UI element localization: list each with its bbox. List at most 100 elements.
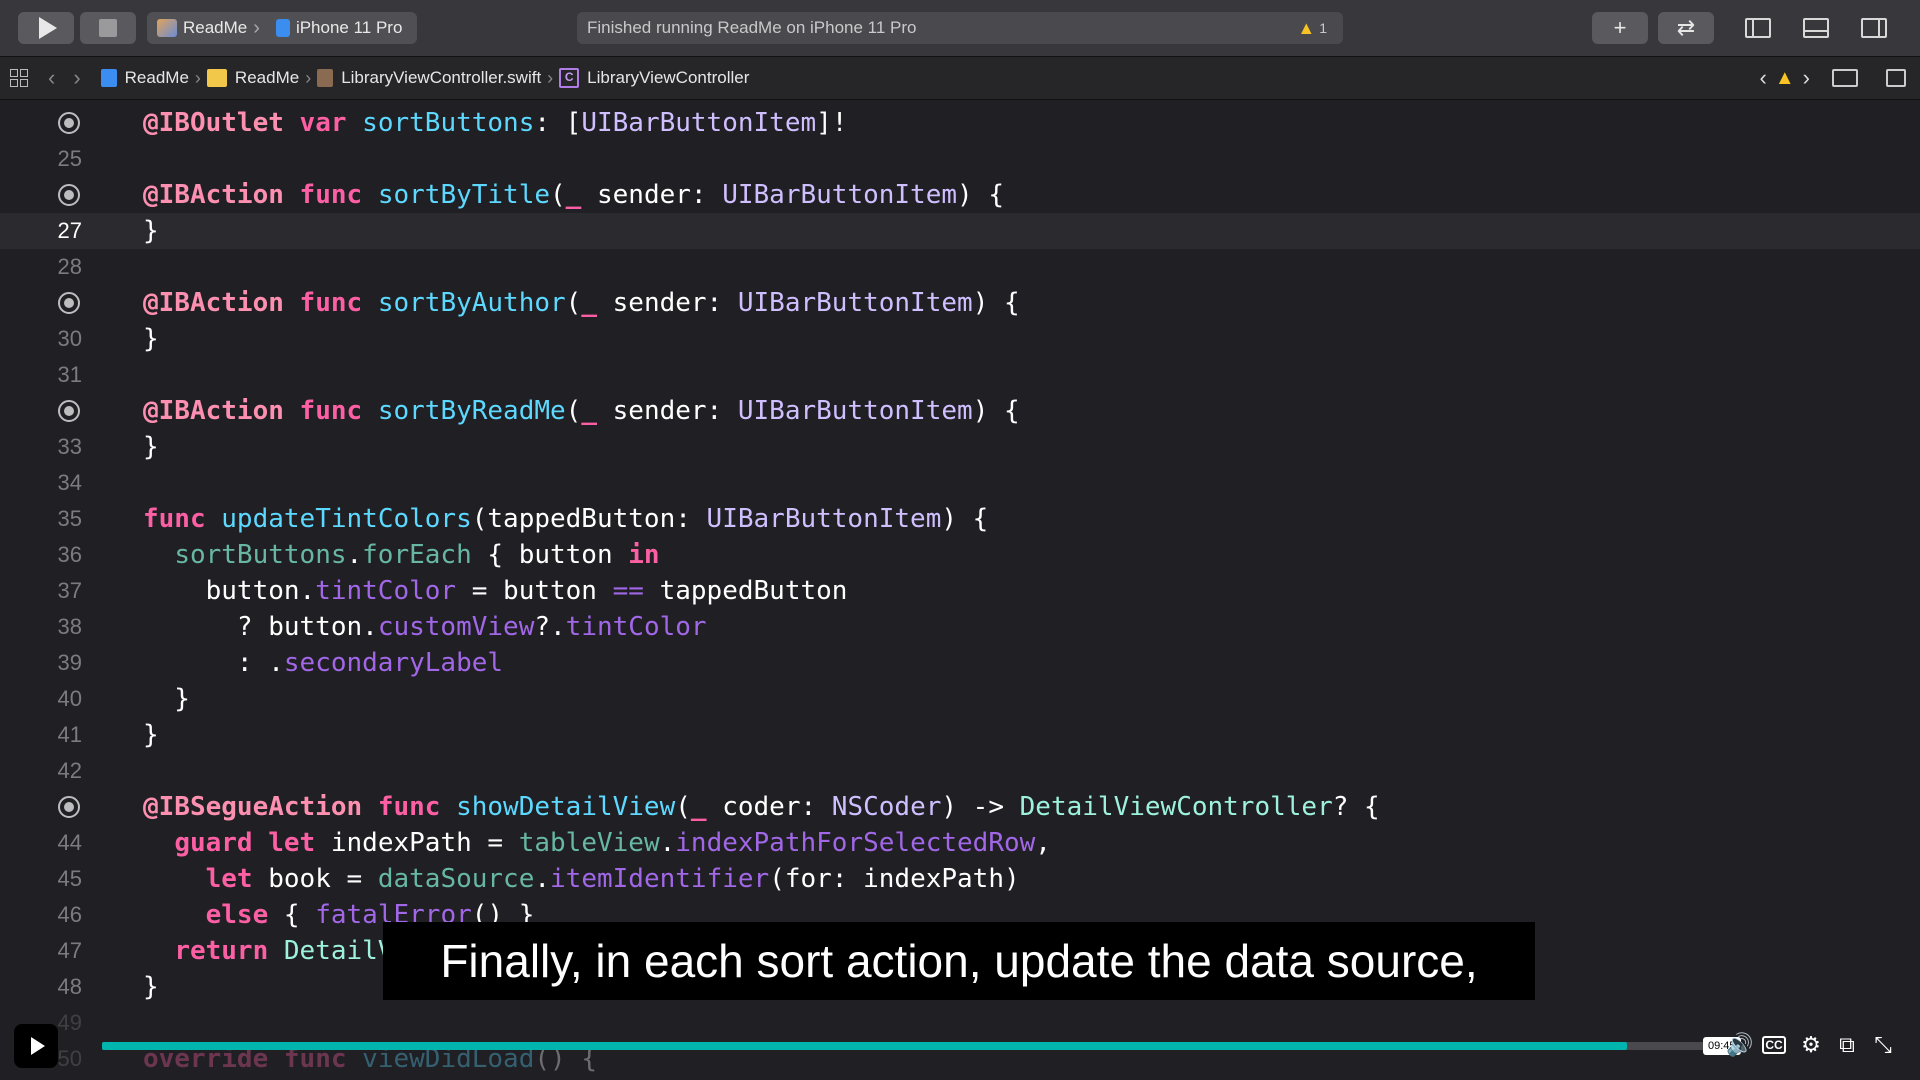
code-line: 30 } xyxy=(0,321,1920,357)
code-line: @IBOutlet var sortButtons: [UIBarButtonI… xyxy=(0,105,1920,141)
bottom-panel-icon xyxy=(1803,18,1829,38)
video-caption: Finally, in each sort action, update the… xyxy=(383,922,1535,1000)
toolbar: ReadMe › iPhone 11 Pro Finished running … xyxy=(0,0,1920,57)
code-text: ? button.customView?.tintColor xyxy=(143,612,707,642)
code-text: @IBOutlet var sortButtons: [UIBarButtonI… xyxy=(143,108,848,138)
scheme-device-label: iPhone 11 Pro xyxy=(295,18,403,37)
settings-gear-icon[interactable]: ⚙ xyxy=(1800,1032,1822,1058)
jump-bar: ‹ › ReadMe › ReadMe › LibraryViewControl… xyxy=(0,57,1920,100)
line-number: 25 xyxy=(57,146,82,171)
forward-arrow-icon[interactable]: › xyxy=(73,65,80,91)
class-icon: C xyxy=(559,68,580,88)
code-text: } xyxy=(143,324,159,354)
code-text: @IBAction func sortByReadMe(_ sender: UI… xyxy=(143,396,1020,426)
code-text: @IBAction func sortByAuthor(_ sender: UI… xyxy=(143,288,1020,318)
picture-in-picture-icon[interactable]: ⧉ xyxy=(1836,1032,1858,1058)
code-review-button[interactable]: ⇄ xyxy=(1658,12,1714,44)
code-line: 34 xyxy=(0,465,1920,501)
next-issue-icon[interactable]: › xyxy=(1803,65,1810,91)
phone-icon xyxy=(275,19,290,37)
stop-button[interactable] xyxy=(80,12,136,44)
folder-icon xyxy=(206,69,227,87)
right-panel-icon xyxy=(1861,18,1887,38)
related-items-icon[interactable] xyxy=(10,69,28,87)
jump-bar-right: ‹ ▲ › xyxy=(1752,57,1920,99)
editor-options-icon[interactable] xyxy=(1832,69,1858,87)
warning-icon[interactable]: ▲ xyxy=(1775,67,1795,90)
code-text: sortButtons.forEach { button in xyxy=(174,540,660,570)
run-button[interactable] xyxy=(18,12,74,44)
current-code-line: 27 } xyxy=(0,213,1920,249)
chevron-right-icon: › xyxy=(305,67,312,88)
video-progress-bar[interactable]: 09:45 xyxy=(102,1037,1741,1055)
video-progress-fill xyxy=(102,1042,1628,1050)
activity-status: Finished running ReadMe on iPhone 11 Pro… xyxy=(577,12,1343,44)
inspector-toggle-button[interactable] xyxy=(1846,12,1902,44)
action-connection-icon[interactable] xyxy=(58,184,80,206)
code-line: 36 sortButtons.forEach { button in xyxy=(0,537,1920,573)
action-connection-icon[interactable] xyxy=(58,292,80,314)
code-line: 44 guard let indexPath = tableView.index… xyxy=(0,825,1920,861)
segue-connection-icon[interactable] xyxy=(58,796,80,818)
code-text: } xyxy=(143,720,159,750)
code-text: let book = dataSource.itemIdentifier(for… xyxy=(205,864,1020,894)
debug-area-toggle-button[interactable] xyxy=(1788,12,1844,44)
chevron-right-icon: › xyxy=(253,16,260,39)
breadcrumb-file[interactable]: LibraryViewController.swift xyxy=(341,68,541,88)
warning-count: 1 xyxy=(1319,20,1327,36)
code-text: } xyxy=(143,432,159,462)
code-text: @IBAction func sortByTitle(_ sender: UIB… xyxy=(143,180,1004,210)
left-panel-icon xyxy=(1745,18,1771,38)
line-number: 36 xyxy=(57,542,82,567)
line-number: 40 xyxy=(57,686,82,711)
add-editor-icon[interactable] xyxy=(1886,69,1906,87)
library-button[interactable]: + xyxy=(1592,12,1648,44)
line-number: 33 xyxy=(57,434,82,459)
warning-icon[interactable]: ▲ xyxy=(1297,18,1315,39)
code-line: 41 } xyxy=(0,717,1920,753)
code-line: 38 ? button.customView?.tintColor xyxy=(0,609,1920,645)
line-number: 41 xyxy=(57,722,82,747)
fullscreen-exit-icon[interactable]: ⤡ xyxy=(1872,1032,1894,1058)
code-text: @IBSegueAction func showDetailView(_ cod… xyxy=(143,792,1380,822)
previous-issue-icon[interactable]: ‹ xyxy=(1760,65,1767,91)
action-connection-icon[interactable] xyxy=(58,400,80,422)
plus-icon: + xyxy=(1613,15,1627,40)
breadcrumb-project[interactable]: ReadMe xyxy=(125,68,189,88)
video-controls: 09:45 🔊 CC ⚙ ⧉ ⤡ xyxy=(0,1022,1920,1080)
video-play-button[interactable] xyxy=(14,1024,58,1068)
line-number: 30 xyxy=(57,326,82,351)
line-number: 31 xyxy=(57,362,82,387)
code-text: button.tintColor = button == tappedButto… xyxy=(143,576,848,606)
code-line: 35 func updateTintColors(tappedButton: U… xyxy=(0,501,1920,537)
navigator-toggle-button[interactable] xyxy=(1730,12,1786,44)
line-number: 35 xyxy=(57,506,82,531)
code-text: : .secondaryLabel xyxy=(143,648,504,678)
status-text: Finished running ReadMe on iPhone 11 Pro xyxy=(587,18,917,37)
line-number: 38 xyxy=(57,614,82,639)
code-line: 28 xyxy=(0,249,1920,285)
scheme-project-label: ReadMe xyxy=(183,18,248,37)
captions-icon[interactable]: CC xyxy=(1762,1036,1786,1054)
code-text: guard let indexPath = tableView.indexPat… xyxy=(174,828,1051,858)
code-line: @IBSegueAction func showDetailView(_ cod… xyxy=(0,789,1920,825)
code-line: 39 : .secondaryLabel xyxy=(0,645,1920,681)
scheme-selector[interactable]: ReadMe › iPhone 11 Pro xyxy=(147,12,417,44)
chevron-right-icon: › xyxy=(547,67,554,88)
video-control-icons: 🔊 CC ⚙ ⧉ ⤡ xyxy=(1726,1032,1894,1058)
code-text: } xyxy=(143,216,159,246)
breadcrumb-group[interactable]: ReadMe xyxy=(235,68,299,88)
line-number: 45 xyxy=(57,866,82,891)
app-icon xyxy=(157,19,177,37)
line-number: 44 xyxy=(57,830,82,855)
back-arrow-icon[interactable]: ‹ xyxy=(48,65,55,91)
volume-icon[interactable]: 🔊 xyxy=(1726,1032,1753,1058)
line-number: 39 xyxy=(57,650,82,675)
code-text: } xyxy=(143,972,159,1002)
outlet-connection-icon[interactable] xyxy=(58,112,80,134)
breadcrumb: ReadMe › ReadMe › LibraryViewController.… xyxy=(100,67,749,89)
code-line: @IBAction func sortByTitle(_ sender: UIB… xyxy=(0,177,1920,213)
breadcrumb-symbol[interactable]: LibraryViewController xyxy=(587,68,749,88)
line-number: 34 xyxy=(57,470,82,495)
code-line: 42 xyxy=(0,753,1920,789)
